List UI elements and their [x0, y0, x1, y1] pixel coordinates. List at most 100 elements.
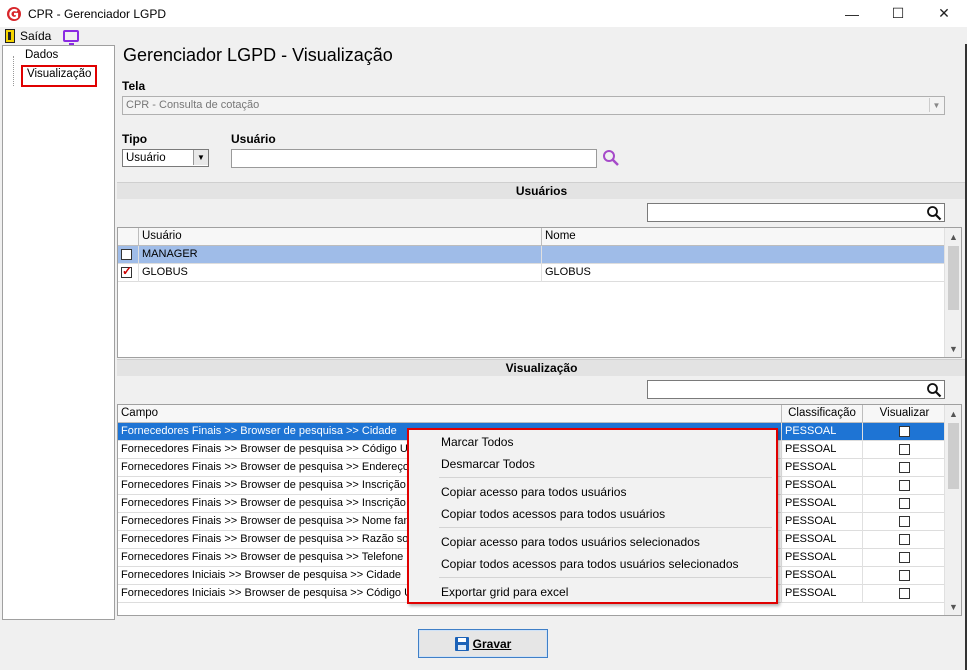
table-row[interactable]: GLOBUS GLOBUS	[118, 264, 946, 282]
cell-visualizar[interactable]	[863, 477, 946, 495]
tree-item-visualizacao[interactable]: Visualização	[21, 65, 97, 87]
monitor-icon[interactable]	[63, 29, 80, 45]
row-checkbox-checked[interactable]	[121, 264, 132, 278]
tipo-select-value: Usuário	[126, 152, 166, 164]
scroll-thumb[interactable]	[948, 423, 959, 489]
column-header-visualizar[interactable]: Visualizar	[863, 405, 946, 423]
visualizacao-grid-header: Campo Classificação Visualizar	[118, 405, 946, 423]
chevron-down-icon: ▼	[193, 150, 208, 165]
column-header-campo[interactable]: Campo	[118, 405, 782, 423]
cell-visualizar[interactable]	[863, 459, 946, 477]
close-button[interactable]: ✕	[921, 0, 967, 27]
visualizar-checkbox[interactable]	[898, 444, 910, 455]
floppy-disk-icon	[454, 636, 469, 651]
chevron-down-icon: ▼	[929, 98, 943, 112]
usuario-label: Usuário	[231, 132, 276, 146]
visualizar-checkbox[interactable]	[898, 426, 910, 437]
magnifier-icon[interactable]	[926, 382, 942, 398]
cell-classificacao: PESSOAL	[782, 441, 863, 459]
cell-visualizar[interactable]	[863, 585, 946, 603]
cell-visualizar[interactable]	[863, 567, 946, 585]
cell-classificacao: PESSOAL	[782, 531, 863, 549]
app-logo-icon	[6, 6, 22, 22]
cell-usuario: GLOBUS	[139, 264, 542, 282]
table-row[interactable]: MANAGER	[118, 246, 946, 264]
visualizacao-search-input[interactable]	[647, 380, 945, 399]
menu-item-exportar-excel[interactable]: Exportar grid para excel	[441, 585, 568, 599]
cell-visualizar[interactable]	[863, 513, 946, 531]
cell-visualizar[interactable]	[863, 495, 946, 513]
magnifier-icon[interactable]	[926, 205, 942, 221]
title-bar: CPR - Gerenciador LGPD — ☐ ✕	[0, 0, 967, 27]
tipo-select[interactable]: Usuário ▼	[122, 149, 209, 167]
cell-classificacao: PESSOAL	[782, 513, 863, 531]
window-title: CPR - Gerenciador LGPD	[28, 6, 167, 21]
cell-nome: GLOBUS	[542, 264, 946, 282]
menu-item-marcar-todos[interactable]: Marcar Todos	[441, 435, 513, 449]
menu-exit[interactable]: Saída	[20, 29, 51, 43]
tree-item-dados[interactable]: Dados	[25, 49, 58, 61]
column-header-check	[118, 228, 139, 246]
visualizar-checkbox[interactable]	[898, 480, 910, 491]
row-checkbox-cell[interactable]	[118, 246, 139, 264]
cell-classificacao: PESSOAL	[782, 477, 863, 495]
menu-item-copiar-acesso-selecionados[interactable]: Copiar acesso para todos usuários seleci…	[441, 535, 700, 549]
tree-connector	[13, 56, 14, 86]
cell-visualizar[interactable]	[863, 531, 946, 549]
scroll-up-icon[interactable]: ▲	[945, 228, 961, 245]
usuario-input[interactable]	[231, 149, 597, 168]
usuarios-search-input[interactable]	[647, 203, 945, 222]
menu-item-copiar-todos-acessos-selecionados[interactable]: Copiar todos acessos para todos usuários…	[441, 557, 739, 571]
navigation-tree: Dados Visualização	[2, 45, 115, 620]
visualizar-checkbox[interactable]	[898, 534, 910, 545]
menu-item-desmarcar-todos[interactable]: Desmarcar Todos	[441, 457, 535, 471]
cell-visualizar[interactable]	[863, 423, 946, 441]
menu-item-copiar-acesso-todos[interactable]: Copiar acesso para todos usuários	[441, 485, 626, 499]
save-button-label: Gravar	[472, 636, 512, 651]
row-checkbox[interactable]	[121, 249, 132, 260]
scroll-down-icon[interactable]: ▼	[945, 340, 961, 357]
column-header-nome[interactable]: Nome	[542, 228, 946, 246]
minimize-button[interactable]: —	[829, 0, 875, 27]
visualizar-checkbox[interactable]	[898, 588, 910, 599]
tela-select[interactable]: CPR - Consulta de cotação ▼	[122, 96, 945, 115]
row-checkbox-cell[interactable]	[118, 264, 139, 282]
cell-classificacao: PESSOAL	[782, 459, 863, 477]
usuarios-grid-header: Usuário Nome	[118, 228, 946, 246]
maximize-button[interactable]: ☐	[875, 0, 921, 27]
tela-select-value: CPR - Consulta de cotação	[126, 99, 260, 111]
cell-nome	[542, 246, 946, 264]
cell-classificacao: PESSOAL	[782, 567, 863, 585]
visualizar-checkbox[interactable]	[898, 552, 910, 563]
cell-classificacao: PESSOAL	[782, 585, 863, 603]
exit-door-icon[interactable]	[5, 28, 15, 43]
scroll-thumb[interactable]	[948, 246, 959, 310]
menu-separator	[439, 477, 772, 478]
cell-classificacao: PESSOAL	[782, 495, 863, 513]
visualizacao-scrollbar[interactable]: ▲ ▼	[944, 405, 961, 615]
cell-visualizar[interactable]	[863, 441, 946, 459]
visualizar-checkbox[interactable]	[898, 516, 910, 527]
visualizar-checkbox[interactable]	[898, 462, 910, 473]
usuarios-grid: Usuário Nome MANAGER GLOBUS GLOBUS ▲ ▼	[117, 227, 962, 358]
cell-usuario: MANAGER	[139, 246, 542, 264]
scroll-down-icon[interactable]: ▼	[945, 598, 961, 615]
usuarios-scrollbar[interactable]: ▲ ▼	[944, 228, 961, 357]
tela-label: Tela	[122, 79, 146, 93]
menu-separator	[439, 577, 772, 578]
menu-separator	[439, 527, 772, 528]
search-icon[interactable]	[600, 148, 622, 168]
visualizacao-section-header: Visualização	[117, 359, 966, 376]
visualizar-checkbox[interactable]	[898, 498, 910, 509]
cell-classificacao: PESSOAL	[782, 423, 863, 441]
save-button[interactable]: Gravar	[418, 629, 548, 658]
page-title: Gerenciador LGPD - Visualização	[123, 45, 393, 65]
scroll-up-icon[interactable]: ▲	[945, 405, 961, 422]
column-header-classificacao[interactable]: Classificação	[782, 405, 863, 423]
menu-bar: Saída	[0, 27, 967, 45]
visualizar-checkbox[interactable]	[898, 570, 910, 581]
cell-visualizar[interactable]	[863, 549, 946, 567]
column-header-usuario[interactable]: Usuário	[139, 228, 542, 246]
menu-item-copiar-todos-acessos-todos[interactable]: Copiar todos acessos para todos usuários	[441, 507, 665, 521]
tipo-label: Tipo	[122, 132, 148, 146]
